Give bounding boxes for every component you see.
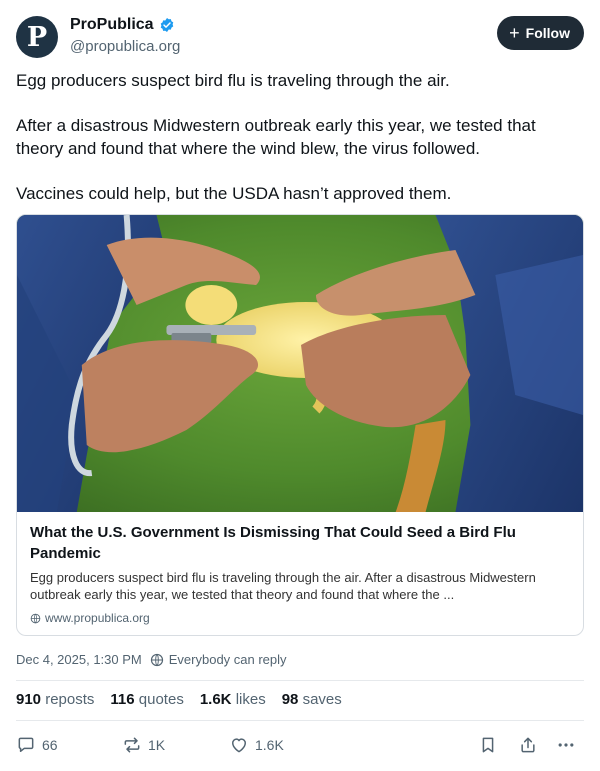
likes-count: 1.6K bbox=[199, 691, 232, 708]
reply-setting-label: Everybody can reply bbox=[168, 652, 287, 667]
likes-stat[interactable]: 1.6K likes bbox=[200, 691, 266, 708]
card-body: What the U.S. Government Is Dismissing T… bbox=[17, 512, 583, 625]
divider bbox=[16, 720, 584, 721]
quotes-label: quotes bbox=[138, 691, 184, 708]
card-title[interactable]: What the U.S. Government Is Dismissing T… bbox=[30, 522, 570, 564]
engagement-stats: 910 reposts 116 quotes 1.6K likes 98 sav… bbox=[16, 691, 342, 708]
reply-icon bbox=[18, 737, 34, 752]
saves-count: 98 bbox=[281, 691, 299, 708]
post-meta: Dec 4, 2025, 1:30 PM Everybody can reply bbox=[16, 652, 287, 667]
action-bar: 66 1K 1.6K bbox=[16, 735, 584, 757]
reposts-stat[interactable]: 910 reposts bbox=[16, 691, 94, 708]
plus-icon: + bbox=[509, 23, 520, 43]
avatar[interactable]: P bbox=[16, 16, 58, 58]
share-button[interactable] bbox=[518, 735, 538, 755]
account-handle[interactable]: @propublica.org bbox=[70, 38, 180, 55]
reposts-count: 910 bbox=[16, 691, 42, 708]
reposts-label: reposts bbox=[45, 691, 95, 708]
heart-icon bbox=[232, 738, 246, 753]
name-row: ProPublica bbox=[70, 16, 175, 34]
like-count: 1.6K bbox=[255, 737, 284, 753]
like-button[interactable]: 1.6K bbox=[229, 735, 284, 755]
follow-button[interactable]: + Follow bbox=[497, 16, 584, 50]
account-name[interactable]: ProPublica bbox=[70, 16, 154, 34]
post-paragraph: Vaccines could help, but the USDA hasn’t… bbox=[16, 184, 452, 203]
repost-count: 1K bbox=[148, 737, 166, 753]
post-timestamp[interactable]: Dec 4, 2025, 1:30 PM bbox=[16, 652, 142, 667]
post-text: Egg producers suspect bird flu is travel… bbox=[16, 69, 584, 205]
reply-button[interactable]: 66 bbox=[16, 735, 58, 755]
saves-stat[interactable]: 98 saves bbox=[282, 691, 342, 708]
link-card[interactable]: What the U.S. Government Is Dismissing T… bbox=[16, 214, 584, 636]
share-icon bbox=[521, 737, 535, 753]
repost-button[interactable]: 1K bbox=[122, 735, 165, 755]
saves-label: saves bbox=[302, 691, 342, 708]
repost-icon bbox=[124, 737, 140, 753]
card-image[interactable] bbox=[17, 215, 583, 512]
globe-icon bbox=[30, 613, 41, 623]
quotes-count: 116 bbox=[110, 691, 135, 708]
more-icon bbox=[558, 743, 574, 747]
reply-count: 66 bbox=[42, 737, 58, 753]
more-options-button[interactable] bbox=[556, 735, 576, 755]
post-paragraph: After a disastrous Midwestern outbreak e… bbox=[16, 116, 536, 158]
reply-setting: Everybody can reply bbox=[150, 652, 287, 667]
post-paragraph: Egg producers suspect bird flu is travel… bbox=[16, 71, 450, 90]
bookmark-icon bbox=[482, 737, 494, 753]
globe-icon bbox=[150, 653, 163, 666]
bookmark-button[interactable] bbox=[478, 735, 498, 755]
verified-badge-icon bbox=[160, 18, 173, 32]
card-description: Egg producers suspect bird flu is travel… bbox=[30, 570, 536, 602]
post-header: P ProPublica @propublica.org + Follow bbox=[16, 14, 584, 60]
follow-label: Follow bbox=[525, 25, 570, 41]
card-domain[interactable]: www.propublica.org bbox=[30, 611, 570, 625]
quotes-stat[interactable]: 116 quotes bbox=[110, 691, 183, 708]
divider bbox=[16, 680, 584, 681]
likes-label: likes bbox=[235, 691, 266, 708]
card-domain-text: www.propublica.org bbox=[45, 611, 150, 625]
